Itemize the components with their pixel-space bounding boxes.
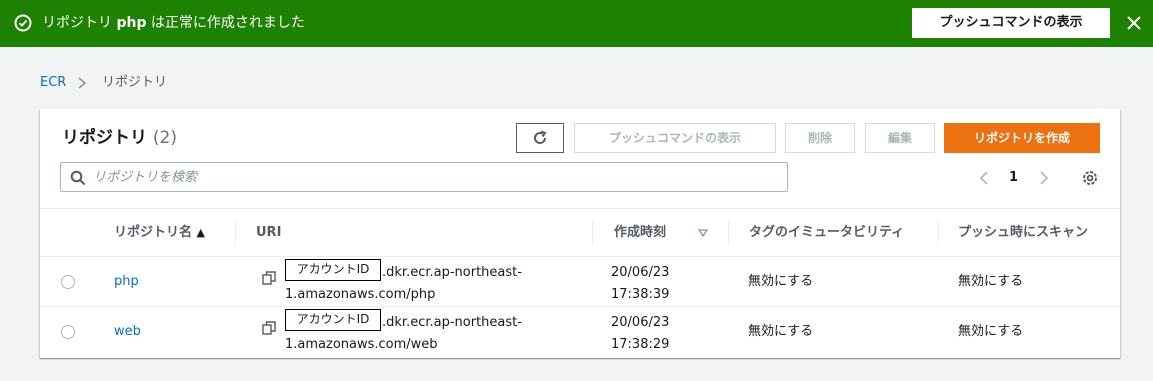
next-page-icon[interactable] <box>1038 170 1050 186</box>
repository-count: (2) <box>152 128 178 148</box>
account-id-redaction: アカウントID <box>285 259 381 281</box>
scan-on-push-value: 無効にする <box>958 274 1024 289</box>
refresh-icon <box>534 130 547 144</box>
repository-uri-line2: 1.amazonaws.com/php <box>285 287 436 302</box>
row-select-radio[interactable] <box>61 325 75 339</box>
breadcrumb-ecr-link[interactable]: ECR <box>40 75 66 90</box>
sort-ascending-icon: ▲ <box>196 226 206 239</box>
created-time: 17:38:29 <box>611 337 670 352</box>
flash-view-push-commands-button[interactable]: プッシュコマンドの表示 <box>912 8 1110 38</box>
gear-icon[interactable] <box>1081 169 1099 187</box>
column-header-tag-immutability[interactable]: タグのイミュータビリティ <box>749 209 904 256</box>
flash-message-suffix: は正常に作成されました <box>146 15 305 31</box>
panel-title: リポジトリ (2) <box>62 127 177 149</box>
create-repository-button[interactable]: リポジトリを作成 <box>944 123 1100 153</box>
repository-uri-line1: .dkr.ecr.ap-northeast- <box>382 315 522 330</box>
close-icon[interactable] <box>1126 15 1142 31</box>
check-circle-icon <box>14 14 32 32</box>
column-header-uri: URI <box>256 225 282 240</box>
current-page-number[interactable]: 1 <box>1009 169 1018 187</box>
flash-repo-name: php <box>116 15 147 31</box>
flash-message-prefix: リポジトリ <box>42 15 117 31</box>
column-header-name[interactable]: リポジトリ名 ▲ <box>114 209 205 256</box>
chevron-right-icon <box>78 77 87 89</box>
flash-message: リポジトリ php は正常に作成されました <box>42 14 305 32</box>
search-icon <box>70 170 86 186</box>
tag-immutability-value: 無効にする <box>748 274 814 289</box>
breadcrumb-current: リポジトリ <box>102 75 168 90</box>
column-divider <box>592 221 593 245</box>
repository-name-link[interactable]: php <box>114 274 139 290</box>
delete-button[interactable]: 削除 <box>785 123 855 153</box>
column-divider <box>938 221 939 245</box>
row-select-radio[interactable] <box>61 275 75 289</box>
column-name-label: リポジトリ名 <box>114 225 193 240</box>
panel-title-text: リポジトリ <box>62 128 147 148</box>
scan-on-push-value: 無効にする <box>958 324 1024 339</box>
column-divider <box>728 221 729 245</box>
table-row: web アカウントID .dkr.ecr.ap-northeast- 1.ama… <box>40 307 1120 357</box>
search-box[interactable] <box>60 162 788 192</box>
repository-name-link[interactable]: web <box>114 324 141 340</box>
created-time: 17:38:39 <box>611 287 670 302</box>
repository-uri-line1: .dkr.ecr.ap-northeast- <box>382 265 522 280</box>
edit-button[interactable]: 編集 <box>865 123 935 153</box>
table-header: リポジトリ名 ▲ URI 作成時刻 タグのイミュータビリティ プッシュ時にスキャ… <box>40 208 1120 257</box>
copy-icon[interactable] <box>262 321 276 335</box>
column-header-created[interactable]: 作成時刻 <box>614 209 666 256</box>
refresh-button[interactable] <box>516 123 564 153</box>
table-row: php アカウントID .dkr.ecr.ap-northeast- 1.ama… <box>40 257 1120 307</box>
repository-uri-line2: 1.amazonaws.com/web <box>285 337 438 352</box>
previous-page-icon[interactable] <box>978 170 990 186</box>
search-input[interactable] <box>93 167 773 187</box>
repositories-panel: リポジトリ (2) プッシュコマンドの表示 削除 編集 リポジトリを作成 1 リ… <box>40 109 1120 358</box>
account-id-redaction: アカウントID <box>285 309 381 331</box>
tag-immutability-value: 無効にする <box>748 324 814 339</box>
column-header-scan-on-push[interactable]: プッシュ時にスキャン <box>958 209 1088 256</box>
created-date: 20/06/23 <box>611 265 670 280</box>
column-divider <box>235 221 236 245</box>
sort-caret-down-icon[interactable] <box>698 229 708 237</box>
copy-icon[interactable] <box>262 271 276 285</box>
breadcrumb: ECR リポジトリ <box>40 75 167 91</box>
created-date: 20/06/23 <box>611 315 670 330</box>
view-push-commands-button[interactable]: プッシュコマンドの表示 <box>574 123 776 153</box>
success-flashbar: リポジトリ php は正常に作成されました プッシュコマンドの表示 <box>0 0 1153 47</box>
